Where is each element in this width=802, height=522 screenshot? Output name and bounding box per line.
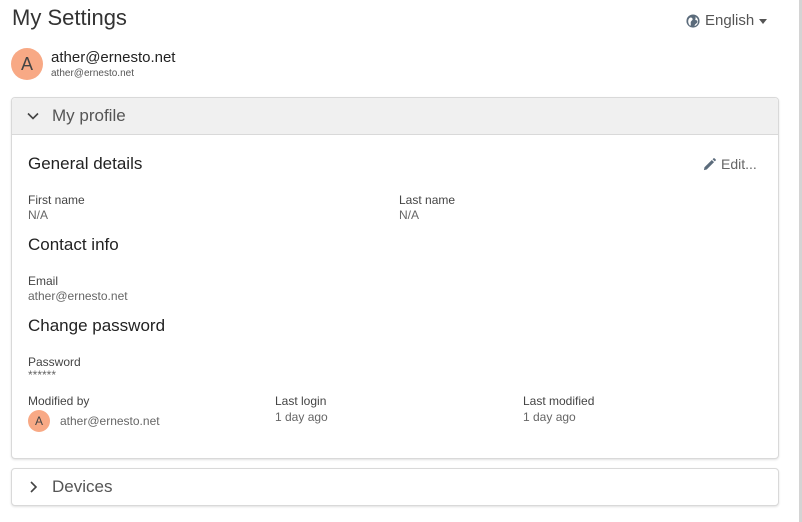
email-value: ather@ernesto.net <box>28 289 128 303</box>
contact-info-heading: Contact info <box>28 235 119 254</box>
caret-down-icon <box>759 18 768 24</box>
change-password-heading[interactable]: Change password <box>28 316 165 336</box>
last-login-label: Last login <box>275 394 327 408</box>
my-profile-panel: My profile General details Edit... First… <box>11 97 779 459</box>
last-modified-label: Last modified <box>523 394 595 408</box>
last-modified-value: 1 day ago <box>523 410 576 424</box>
modified-by-value: ather@ernesto.net <box>60 414 160 428</box>
avatar: A <box>28 410 50 432</box>
first-name-label: First name <box>28 193 85 207</box>
general-details-heading: General details <box>28 154 143 173</box>
chevron-right-icon <box>30 481 38 493</box>
first-name-value: N/A <box>28 208 49 222</box>
last-name-label: Last name <box>399 193 456 207</box>
user-name: ather@ernesto.net <box>51 49 176 66</box>
language-selector[interactable]: English <box>686 12 768 29</box>
password-value: ****** <box>28 368 57 382</box>
password-label: Password <box>28 355 81 369</box>
page-title: My Settings <box>12 5 127 30</box>
email-label: Email <box>28 274 59 288</box>
last-name-value: N/A <box>399 208 420 222</box>
my-profile-panel-header[interactable]: My profile <box>12 98 778 135</box>
globe-icon <box>686 13 700 28</box>
language-label: English <box>705 12 755 29</box>
modified-by-label: Modified by <box>28 394 90 408</box>
edit-label: Edit... <box>721 156 757 172</box>
last-login-value: 1 day ago <box>275 410 328 424</box>
chevron-down-icon <box>27 112 39 120</box>
user-email: ather@ernesto.net <box>51 68 134 79</box>
avatar: A <box>11 48 43 80</box>
devices-panel: Devices <box>11 468 779 506</box>
my-profile-title: My profile <box>52 106 126 125</box>
devices-title: Devices <box>52 477 113 496</box>
user-summary: A ather@ernesto.net ather@ernesto.net <box>11 48 175 81</box>
devices-panel-header[interactable]: Devices <box>12 469 778 505</box>
edit-button[interactable]: Edit... <box>703 156 757 172</box>
pencil-icon <box>703 157 716 170</box>
modified-by: A ather@ernesto.net <box>28 410 160 432</box>
